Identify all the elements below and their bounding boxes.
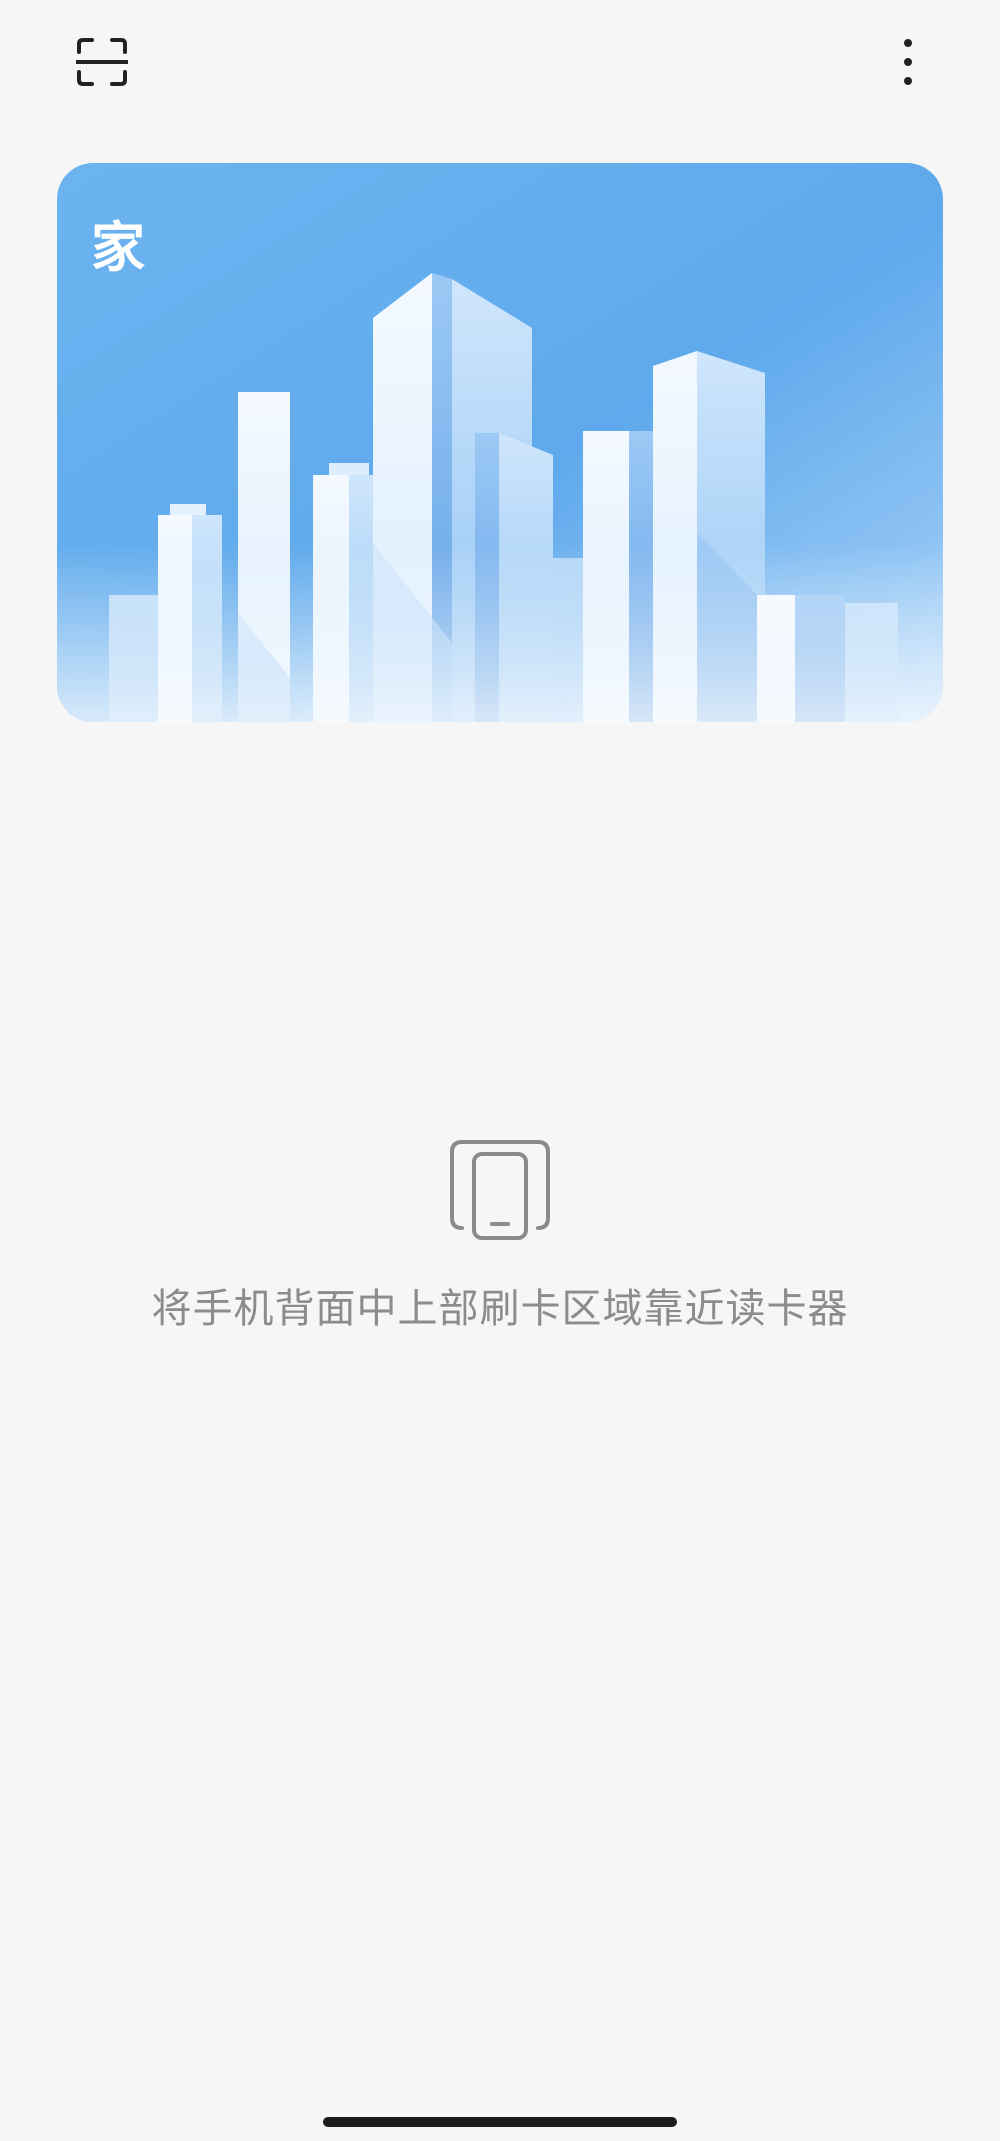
reader-hint-text: 将手机背面中上部刷卡区域靠近读卡器 [151, 1286, 849, 1332]
more-vertical-icon [904, 39, 912, 85]
scan-button[interactable] [62, 26, 142, 98]
city-skyline-illustration [57, 163, 943, 722]
transit-card-screen: 家 将手机背面中上部刷卡区域靠近读卡器 [0, 0, 1000, 2141]
home-card[interactable]: 家 [57, 163, 943, 722]
card-name: 家 [91, 216, 147, 279]
phone-nfc-icon [448, 1140, 552, 1240]
more-options-button[interactable] [868, 26, 948, 98]
scan-icon [76, 38, 128, 86]
home-indicator[interactable] [323, 2117, 677, 2127]
